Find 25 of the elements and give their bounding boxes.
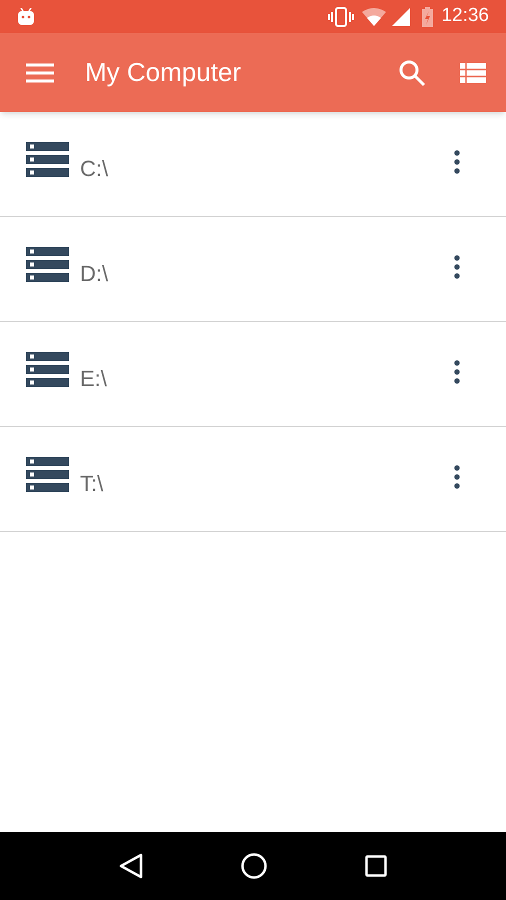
search-button[interactable] <box>398 58 426 86</box>
drive-icon <box>26 352 69 387</box>
home-button[interactable] <box>241 853 267 879</box>
drive-label[interactable]: D:\ <box>80 257 108 290</box>
signal-icon <box>392 8 410 26</box>
drive-icon <box>26 457 69 492</box>
more-options-button[interactable] <box>454 465 460 489</box>
wifi-icon <box>362 8 386 26</box>
vibrate-icon <box>328 6 354 26</box>
drive-icon <box>26 142 69 177</box>
drive-label[interactable]: E:\ <box>80 362 107 395</box>
more-options-button[interactable] <box>454 360 460 384</box>
more-options-button[interactable] <box>454 255 460 279</box>
drive-label[interactable]: C:\ <box>80 152 108 185</box>
more-options-button[interactable] <box>454 150 460 174</box>
android-icon <box>17 8 35 25</box>
drive-icon <box>26 247 69 282</box>
battery-icon <box>422 6 434 26</box>
recents-button[interactable] <box>365 855 387 877</box>
menu-button[interactable] <box>26 62 54 82</box>
drive-label[interactable]: T:\ <box>80 467 104 500</box>
list-view-button[interactable] <box>460 62 486 82</box>
status-time: 12:36 <box>441 4 489 28</box>
app-title: My Computer <box>85 56 242 89</box>
back-button[interactable] <box>119 853 143 879</box>
